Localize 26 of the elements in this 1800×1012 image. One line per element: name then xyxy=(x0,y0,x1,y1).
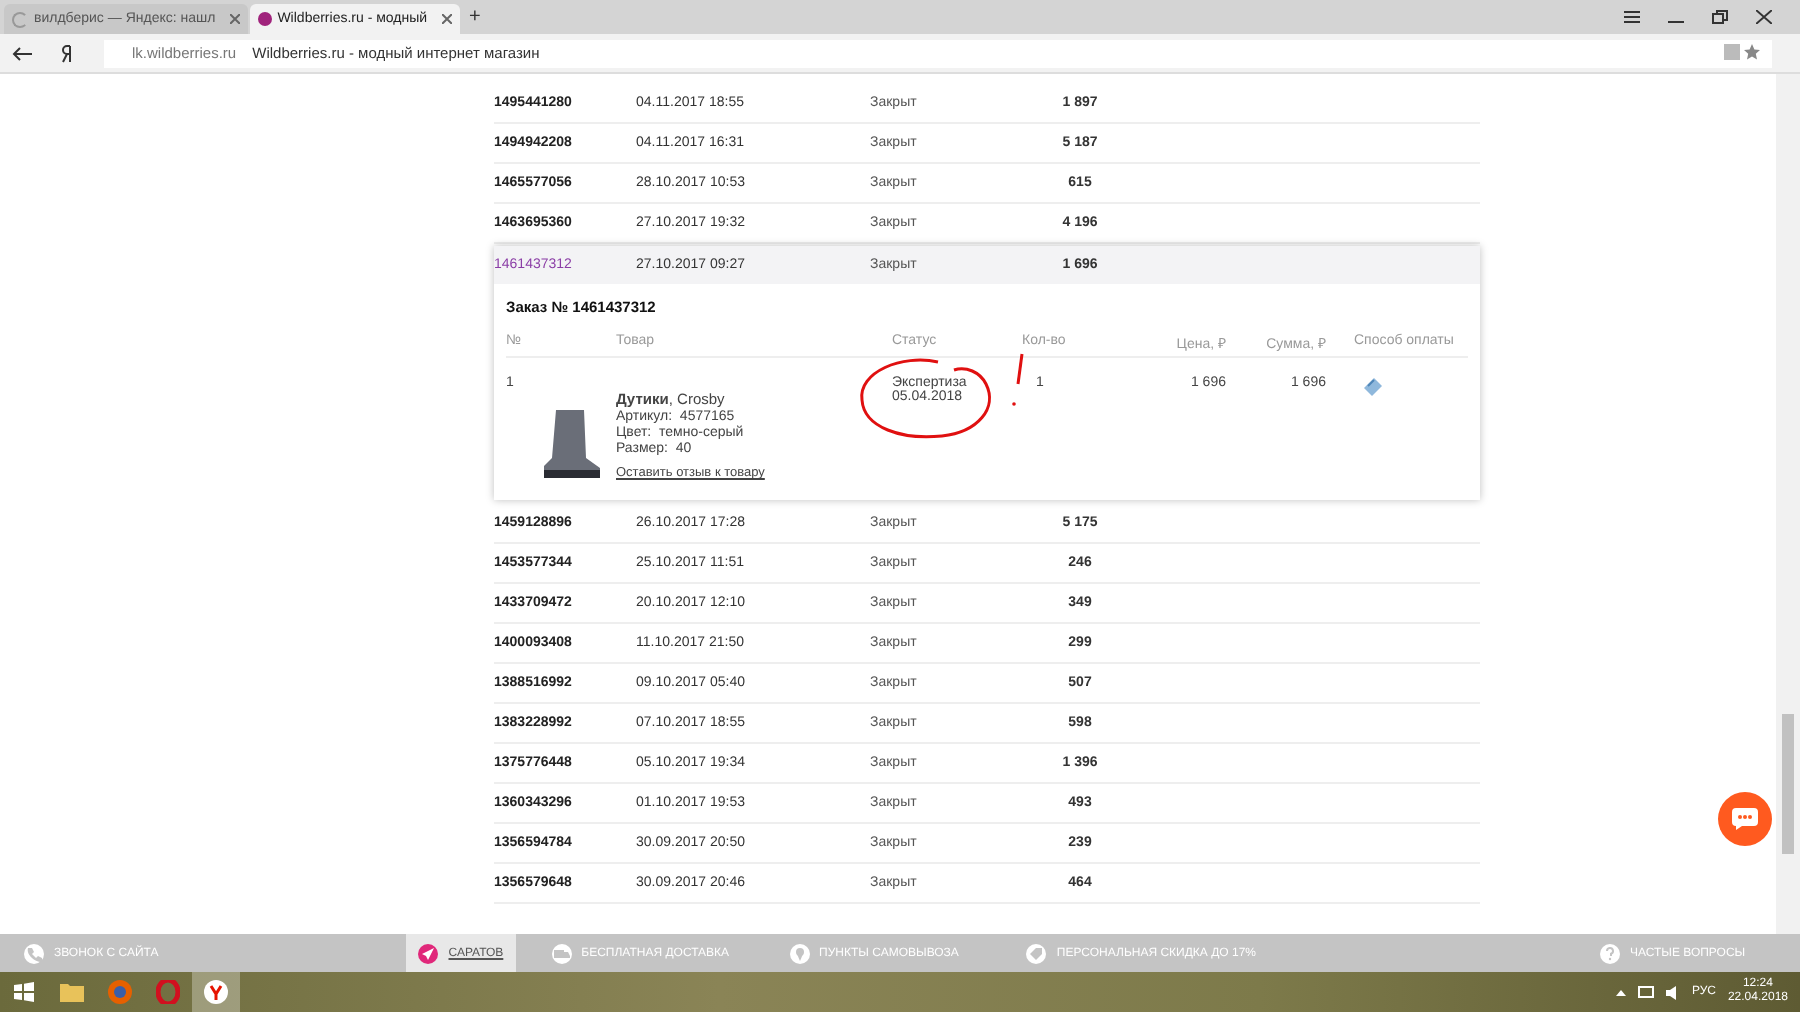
truck-icon xyxy=(551,943,572,963)
boot-photo xyxy=(540,406,604,482)
close-icon[interactable] xyxy=(441,14,452,24)
loading-icon xyxy=(12,11,28,27)
star-icon[interactable] xyxy=(1744,43,1760,59)
scrollbar[interactable] xyxy=(1776,74,1800,934)
windows-logo-icon xyxy=(14,982,34,1002)
new-tab-button[interactable]: + xyxy=(461,6,489,28)
back-icon[interactable] xyxy=(12,45,32,61)
close-icon[interactable] xyxy=(1756,10,1772,24)
site-icon xyxy=(257,12,272,26)
menu-icon[interactable] xyxy=(1624,10,1640,24)
help-icon xyxy=(1600,943,1620,963)
yandex-browser-icon[interactable] xyxy=(192,972,240,1012)
phone-icon xyxy=(24,943,44,963)
restore-icon[interactable] xyxy=(1712,10,1728,24)
network-icon[interactable] xyxy=(1637,985,1654,999)
yandex-logo-icon[interactable] xyxy=(60,43,76,63)
tag-icon xyxy=(1026,943,1047,963)
exclamation-mark xyxy=(1012,353,1024,406)
speaker-icon[interactable] xyxy=(1665,985,1680,999)
map-pin-icon xyxy=(789,943,810,963)
chat-icon xyxy=(1732,808,1758,830)
location-arrow-icon xyxy=(418,943,439,963)
tray-arrow-icon[interactable] xyxy=(1615,988,1626,996)
payment-card-icon xyxy=(1362,376,1384,396)
